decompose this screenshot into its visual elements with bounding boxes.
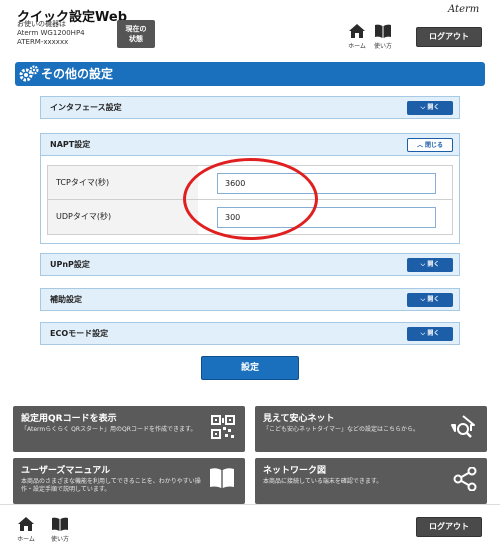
- home-nav-button[interactable]: ホーム: [346, 24, 368, 50]
- submit-button[interactable]: 設定: [201, 356, 299, 380]
- tile-description: 「Atermらくらく QRスタート」用のQRコードを作成できます。: [21, 426, 197, 433]
- chevron-down-icon: ⌵: [420, 261, 426, 268]
- gear-icon: [19, 65, 39, 82]
- accordion-label: UPnP設定: [50, 260, 90, 269]
- device-model: Aterm WG1200HP4: [17, 29, 85, 37]
- manual-nav-button[interactable]: 使い方: [49, 517, 71, 543]
- chevron-up-icon: ︿: [416, 142, 423, 149]
- tile-title: ネットワーク図: [263, 466, 327, 476]
- book-icon: [210, 468, 234, 488]
- device-label: お使いの機器は: [17, 20, 66, 28]
- highlight-annotation: [183, 158, 318, 240]
- open-button[interactable]: ⌵ 開く: [407, 258, 453, 272]
- brand-logo: Aterm: [448, 4, 480, 15]
- tile-description: 「こども安心ネットタイマー」などの設定はこちらから。: [263, 426, 420, 433]
- home-icon: [18, 517, 34, 531]
- tile-description: 本商品に接続している端末を確認できます。: [263, 478, 383, 485]
- chevron-down-icon: ⌵: [420, 330, 426, 337]
- accordion-eco-mode[interactable]: ECOモード設定 ⌵ 開く: [40, 322, 460, 345]
- manual-label: 使い方: [50, 536, 69, 543]
- tile-title: 設定用QRコードを表示: [21, 414, 117, 424]
- network-map-tile[interactable]: ネットワーク図 本商品に接続している端末を確認できます。: [255, 458, 487, 504]
- section-title: その他の設定: [41, 67, 114, 81]
- chevron-down-icon: ⌵: [420, 296, 426, 303]
- current-status-button[interactable]: 現在の 状態: [117, 20, 155, 48]
- manual-nav-button[interactable]: 使い方: [372, 24, 394, 50]
- manual-label: 使い方: [373, 43, 392, 50]
- home-nav-button[interactable]: ホーム: [15, 517, 37, 543]
- accordion-auxiliary[interactable]: 補助設定 ⌵ 開く: [40, 288, 460, 311]
- safety-net-tile[interactable]: 見えて安心ネット 「こども安心ネットタイマー」などの設定はこちらから。: [255, 406, 487, 452]
- accordion-label: ECOモード設定: [50, 329, 109, 338]
- header: クイック設定Web お使いの機器は Aterm WG1200HP4 ATERM-…: [0, 0, 500, 55]
- tile-title: ユーザーズマニュアル: [21, 466, 111, 476]
- accordion-upnp[interactable]: UPnP設定 ⌵ 開く: [40, 253, 460, 276]
- qr-code-icon: [211, 415, 235, 439]
- udp-timer-label: UDPタイマ(秒): [48, 200, 198, 234]
- qr-code-tile[interactable]: 設定用QRコードを表示 「Atermらくらく QRスタート」用のQRコードを作成…: [13, 406, 245, 452]
- tile-title: 見えて安心ネット: [263, 414, 335, 424]
- tile-description: 本商品のさまざまな機能を利用してできることを、わかりやすい操作・設定手順で説明し…: [21, 478, 201, 493]
- book-icon: [375, 24, 391, 38]
- book-icon: [52, 517, 68, 531]
- users-manual-tile[interactable]: ユーザーズマニュアル 本商品のさまざまな機能を利用してできることを、わかりやすい…: [13, 458, 245, 504]
- open-button[interactable]: ⌵ 開く: [407, 293, 453, 307]
- accordion-napt[interactable]: NAPT設定 ︿ 閉じる: [40, 133, 460, 156]
- open-button[interactable]: ⌵ 開く: [407, 327, 453, 341]
- close-button[interactable]: ︿ 閉じる: [407, 138, 453, 152]
- accordion-label: NAPT設定: [50, 140, 91, 149]
- open-button[interactable]: ⌵ 開く: [407, 101, 453, 115]
- accordion-label: 補助設定: [50, 295, 82, 304]
- logout-button[interactable]: ログアウト: [416, 517, 482, 537]
- accordion-interface[interactable]: インタフェース設定 ⌵ 開く: [40, 96, 460, 119]
- share-network-icon: [453, 467, 477, 491]
- tcp-timer-label: TCPタイマ(秒): [48, 166, 198, 199]
- device-info: お使いの機器は Aterm WG1200HP4 ATERM-xxxxxx: [17, 20, 85, 47]
- home-icon: [349, 24, 365, 38]
- home-search-icon: [451, 415, 475, 438]
- chevron-down-icon: ⌵: [420, 104, 426, 111]
- home-label: ホーム: [348, 43, 366, 50]
- home-label: ホーム: [17, 536, 35, 543]
- accordion-label: インタフェース設定: [50, 103, 122, 112]
- status-button-label: 現在の 状態: [125, 25, 147, 43]
- device-name: ATERM-xxxxxx: [17, 38, 69, 46]
- footer: ホーム 使い方 ログアウト: [0, 504, 500, 558]
- section-header: その他の設定: [15, 62, 485, 86]
- logout-button[interactable]: ログアウト: [416, 27, 482, 47]
